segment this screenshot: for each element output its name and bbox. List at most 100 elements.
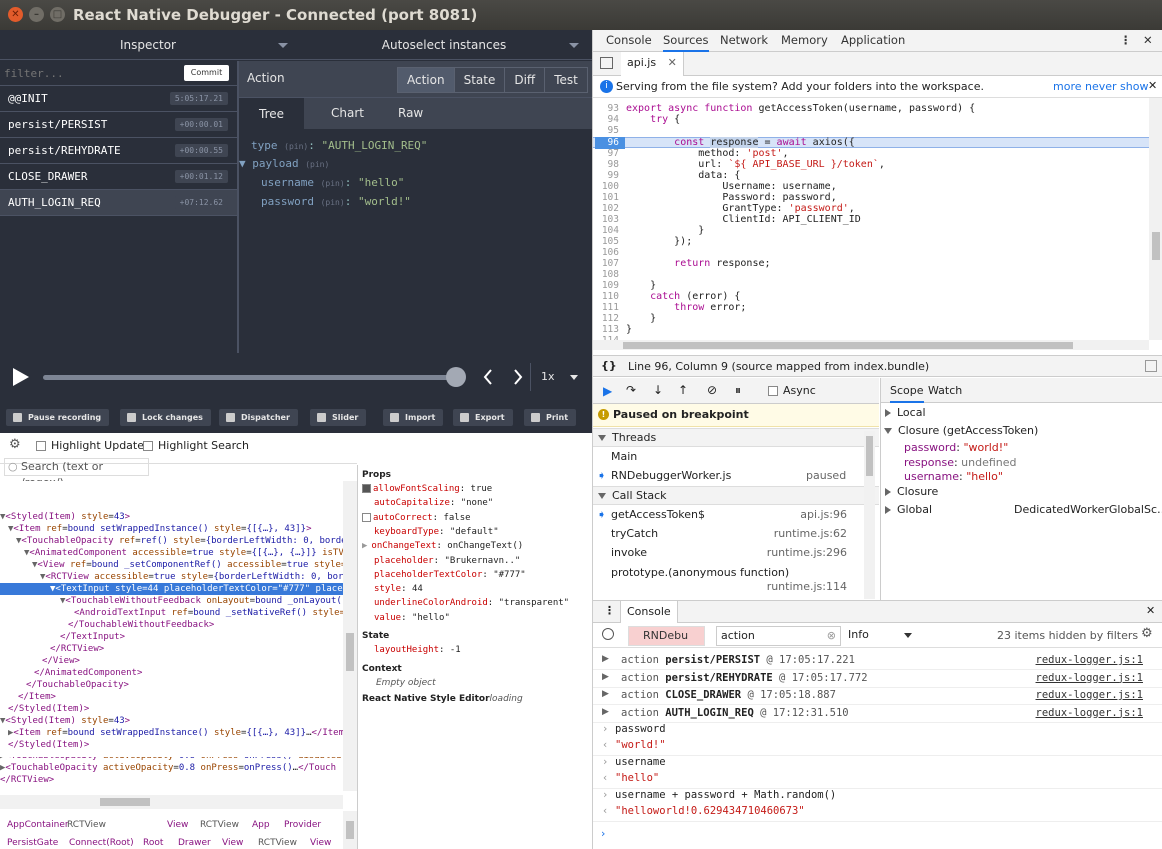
inspector-select[interactable]: Inspector xyxy=(0,30,296,60)
gear-icon[interactable]: ⚙ xyxy=(9,437,21,452)
breadcrumb-item[interactable]: Drawer xyxy=(178,838,211,848)
scroll-thumb[interactable] xyxy=(1152,232,1160,260)
more-icon[interactable]: ⋮ xyxy=(604,604,615,617)
pin-link[interactable]: (pin) xyxy=(321,198,345,207)
more-icon[interactable]: ⋮ xyxy=(1120,33,1132,47)
tree-node[interactable]: type (pin): "AUTH_LOGIN_REQ" xyxy=(251,139,427,152)
action-item[interactable]: @@INIT 5:05:17.21 xyxy=(0,86,237,112)
vertical-scrollbar[interactable] xyxy=(1149,98,1162,340)
highlight-updates-toggle[interactable]: Highlight Updates xyxy=(36,439,150,452)
callstack-frame[interactable]: tryCatch runtime.js:62 xyxy=(593,527,863,545)
tree-line[interactable]: <AndroidTextInput ref=bound _setNativeRe… xyxy=(74,607,343,619)
pin-link[interactable]: (pin) xyxy=(284,142,308,151)
maximize-icon[interactable]: □ xyxy=(50,7,65,22)
tree-line[interactable]: </Styled(Item)> xyxy=(8,739,343,751)
step-over-icon[interactable]: ↷ xyxy=(626,383,636,397)
breadcrumb-item[interactable]: View xyxy=(310,838,331,848)
tree-line[interactable]: ▶<TouchableOpacity activeOpacity=0.8 onP… xyxy=(0,757,343,761)
prop-row[interactable]: value: "hello" xyxy=(362,613,450,623)
gear-icon[interactable]: ⚙ xyxy=(1141,626,1153,641)
tab-tree[interactable]: Tree xyxy=(239,98,305,130)
console-log-row[interactable]: ▶ action persist/PERSIST @ 17:05:17.221 re… xyxy=(593,653,1162,670)
breadcrumb-item[interactable]: Connect(Root) xyxy=(69,838,134,848)
checkbox[interactable] xyxy=(36,441,46,451)
lock-changes-button[interactable]: Lock changes xyxy=(120,409,211,426)
breadcrumb-item[interactable]: RCTView xyxy=(258,838,297,848)
expand-icon[interactable]: ▶ xyxy=(362,541,367,551)
breadcrumb-item[interactable]: Provider xyxy=(284,820,321,830)
prop-row[interactable]: style: 44 xyxy=(362,584,423,594)
scroll-thumb[interactable] xyxy=(346,633,354,671)
pretty-print-icon[interactable]: {} xyxy=(601,359,617,372)
chevron-right-icon[interactable] xyxy=(513,369,523,385)
vertical-scrollbar[interactable] xyxy=(864,431,875,599)
breadcrumb-item[interactable]: AppContainer xyxy=(7,820,69,830)
tab-test[interactable]: Test xyxy=(545,68,587,92)
resume-icon[interactable]: ▶ xyxy=(603,384,612,398)
close-icon[interactable]: ✕ xyxy=(1143,33,1153,47)
timeline-slider[interactable] xyxy=(43,375,458,380)
scroll-thumb[interactable] xyxy=(623,342,1073,349)
tree-line-selected[interactable]: ▼<TextInput style=44 placeholderTextColo… xyxy=(0,583,343,595)
tree-line[interactable]: </TouchableWithoutFeedback> xyxy=(68,619,343,631)
import-button[interactable]: Import xyxy=(383,409,444,426)
breadcrumb-item[interactable]: View xyxy=(222,838,243,848)
highlight-search-toggle[interactable]: Highlight Search xyxy=(143,439,249,452)
expand-icon[interactable]: ▶ xyxy=(602,654,609,664)
checkbox[interactable] xyxy=(362,512,371,522)
tab-network[interactable]: Network xyxy=(720,33,768,47)
vertical-scrollbar[interactable] xyxy=(343,481,357,791)
commit-button[interactable]: Commit xyxy=(184,65,229,81)
tree-node[interactable]: username (pin): "hello" xyxy=(261,176,404,189)
tab-application[interactable]: Application xyxy=(841,33,905,47)
sidebar-toggle-icon[interactable] xyxy=(600,57,613,69)
expand-icon[interactable]: ▶ xyxy=(602,707,609,717)
close-icon[interactable]: ✕ xyxy=(1148,79,1157,92)
print-button[interactable]: Print xyxy=(524,409,577,426)
level-select[interactable]: Info xyxy=(848,628,913,641)
tree-line[interactable]: ▼<Styled(Item) style=43> xyxy=(0,715,343,727)
source-link[interactable]: redux-logger.js:1 xyxy=(1036,654,1143,666)
clear-icon[interactable]: ⊗ xyxy=(827,627,836,645)
breadcrumb-item[interactable]: App xyxy=(252,820,270,830)
callstack-frame[interactable]: prototype.(anonymous function) runtime.js… xyxy=(593,566,863,593)
dispatcher-button[interactable]: Dispatcher xyxy=(219,409,298,426)
scope-closure[interactable]: Closure (getAccessToken) xyxy=(884,424,1038,437)
scope-global[interactable]: Global xyxy=(885,503,932,516)
tab-watch[interactable]: Watch xyxy=(928,384,962,397)
tab-action[interactable]: Action xyxy=(398,68,455,92)
pause-exceptions-icon[interactable]: ⏸ xyxy=(735,383,741,398)
step-into-icon[interactable]: ↓ xyxy=(653,383,663,397)
tab-diff[interactable]: Diff xyxy=(505,68,546,92)
source-link[interactable]: redux-logger.js:1 xyxy=(1036,689,1143,701)
slider-thumb[interactable] xyxy=(446,367,466,387)
threads-header[interactable]: Threads xyxy=(593,428,879,447)
scroll-thumb[interactable] xyxy=(100,798,150,806)
more-link[interactable]: more xyxy=(1053,80,1082,93)
tab-raw[interactable]: Raw xyxy=(398,106,423,120)
action-item-selected[interactable]: AUTH_LOGIN_REQ +07:12.62 xyxy=(0,190,237,216)
tree-line[interactable]: </Styled(Item)> xyxy=(8,703,343,715)
scope-variable[interactable]: username: "hello" xyxy=(904,470,1003,483)
expand-icon[interactable]: ▶ xyxy=(602,689,609,699)
breadcrumb-item[interactable]: Root xyxy=(143,838,163,848)
tree-line[interactable]: ▼<Styled(Item) style=43> xyxy=(0,511,343,523)
horizontal-scrollbar[interactable] xyxy=(593,340,1149,350)
context-select[interactable]: RNDebu xyxy=(628,626,705,646)
tab-scope[interactable]: Scope xyxy=(890,384,924,403)
tree-line[interactable]: ▼<TouchableOpacity ref=ref() style={bord… xyxy=(16,535,343,547)
tab-state[interactable]: State xyxy=(455,68,506,92)
source-link[interactable]: redux-logger.js:1 xyxy=(1036,672,1143,684)
breadcrumb-item[interactable]: View xyxy=(167,820,188,830)
tree-line[interactable]: ▶<TouchableOpacity activeOpacity=0.8 onP… xyxy=(0,763,336,773)
console-log-row[interactable]: ▶ action persist/REHYDRATE @ 17:05:17.772… xyxy=(593,671,1162,688)
toggle-drawer-icon[interactable] xyxy=(1145,360,1157,372)
pause-recording-button[interactable]: Pause recording xyxy=(6,409,110,426)
console-log-row[interactable]: ▶ action AUTH_LOGIN_REQ @ 17:12:31.510 red… xyxy=(593,706,1162,723)
export-button[interactable]: Export xyxy=(453,409,513,426)
checkbox[interactable] xyxy=(362,484,371,493)
close-icon[interactable]: ✕ xyxy=(8,7,23,22)
checkbox[interactable] xyxy=(143,441,153,451)
close-icon[interactable]: ✕ xyxy=(668,56,677,69)
tree-line[interactable]: </AnimatedComponent> xyxy=(34,667,343,679)
